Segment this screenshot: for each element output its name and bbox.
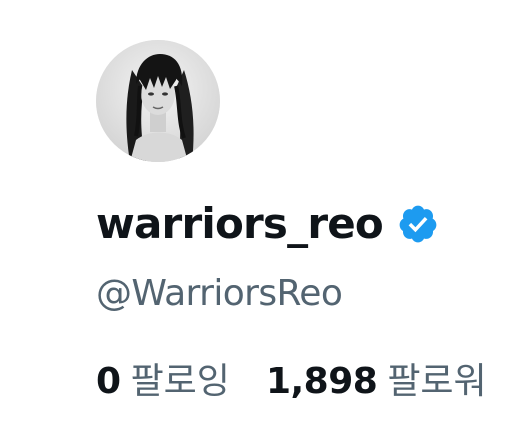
followers-count: 1,898 [265, 361, 378, 402]
name-row: warriors_reo [96, 196, 439, 252]
followers-link[interactable]: 1,898 팔로워 [266, 364, 487, 400]
followers-label: 팔로워 [387, 361, 487, 402]
follow-stats: 0 팔로잉 1,898 팔로워 [96, 364, 487, 400]
following-label: 팔로잉 [130, 361, 230, 402]
verified-badge-icon[interactable] [397, 203, 439, 245]
avatar-photo [96, 40, 220, 162]
profile-header: warriors_reo @WarriorsReo 0 팔로잉 1,898 팔로… [0, 0, 528, 437]
following-link[interactable]: 0 팔로잉 [96, 364, 230, 400]
following-count: 0 [96, 361, 121, 402]
display-name: warriors_reo [96, 199, 384, 248]
avatar[interactable] [96, 40, 220, 162]
user-handle: @WarriorsReo [96, 273, 343, 314]
